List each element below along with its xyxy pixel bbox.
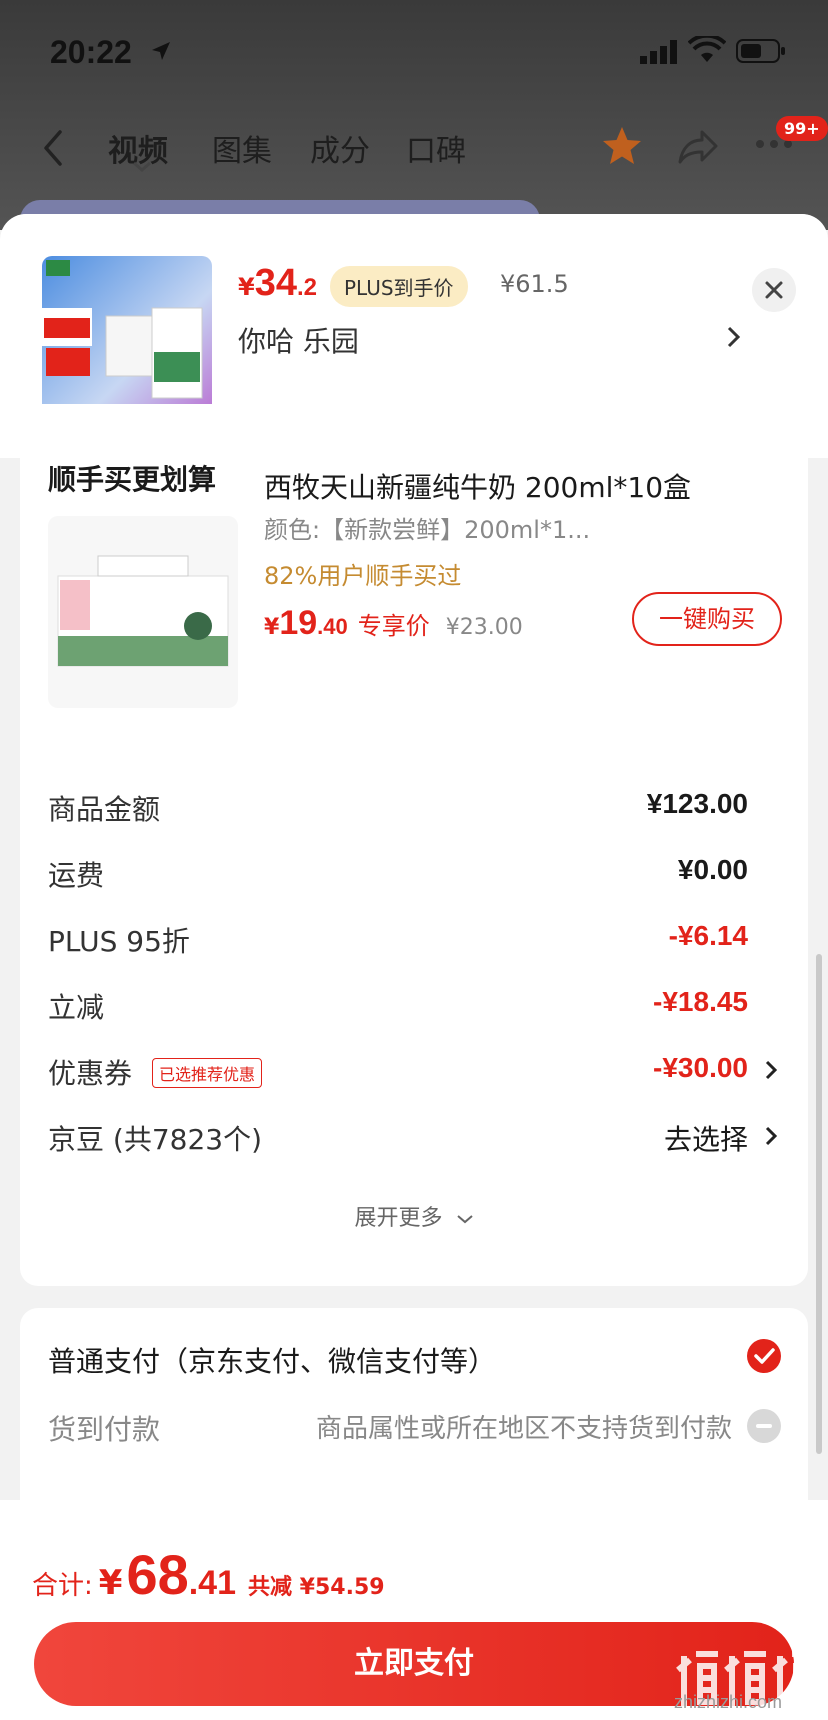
expand-more-button[interactable]: 展开更多 [20, 1200, 808, 1232]
total-amount: 合计: ¥ 68 .41 共减 ¥54.59 [32, 1542, 385, 1607]
expand-more-label: 展开更多 [354, 1206, 443, 1231]
price-currency: ¥ [238, 273, 255, 301]
status-bar: 20:22 [0, 0, 828, 100]
location-arrow-icon [152, 42, 170, 60]
row-label: PLUS 95折 [48, 925, 190, 958]
payment-normal-option[interactable]: 普通支付（京东支付、微信支付等） [48, 1340, 496, 1380]
status-time: 20:22 [50, 34, 132, 70]
price-integer: 34 [254, 262, 297, 304]
row-value: -¥18.45 [653, 986, 748, 1017]
chevron-right-icon[interactable] [764, 1058, 778, 1082]
row-value: ¥0.00 [677, 854, 748, 885]
row-label: 京豆 (共7823个) [48, 1123, 263, 1156]
selected-spec[interactable]: 你哈 乐园 [238, 320, 359, 360]
row-value[interactable]: 去选择 [664, 1118, 748, 1158]
total-label: 合计: [32, 1571, 93, 1601]
row-value: ¥123.00 [646, 788, 748, 819]
extra-item-price: ¥ 19 .40 专享价 ¥23.00 [264, 604, 523, 643]
extra-item-bought-rate: 82%用户顺手买过 [264, 562, 462, 590]
extra-price-currency: ¥ [264, 615, 280, 640]
one-click-buy-button[interactable]: 一键购买 [632, 592, 782, 646]
extra-item-spec: 颜色:【新款尝鲜】200ml*1... [264, 516, 591, 544]
extra-price-integer: 19 [279, 604, 318, 642]
notification-badge: 99+ [776, 116, 828, 141]
extra-item-image[interactable] [48, 516, 238, 708]
battery-icon [736, 39, 785, 63]
chevron-down-icon [133, 161, 151, 172]
chevron-down-icon [456, 1215, 473, 1224]
close-icon[interactable] [752, 268, 796, 312]
row-jingdou[interactable]: 京豆 (共7823个) 去选择 [20, 1110, 808, 1160]
extra-buy-title: 顺手买更划算 [48, 463, 217, 496]
chevron-right-icon[interactable] [764, 1124, 778, 1148]
tab-ingredients[interactable]: 成分 [310, 126, 370, 170]
star-icon[interactable] [600, 124, 644, 168]
row-label: 优惠券 [48, 1057, 133, 1090]
total-decimal: .41 [188, 1564, 236, 1602]
row-label: 立减 [48, 991, 105, 1024]
check-icon[interactable] [746, 1338, 782, 1374]
product-price: ¥ 34 .2 [238, 262, 317, 312]
product-thumbnail [42, 256, 212, 426]
plus-price-tag: PLUS到手价 [330, 266, 468, 307]
payment-method-card: 普通支付（京东支付、微信支付等） 货到付款 商品属性或所在地区不支持货到付款 [20, 1308, 808, 1528]
row-shipping: 运费 ¥0.00 [20, 846, 808, 896]
row-value: -¥30.00 [653, 1052, 748, 1083]
row-instant-discount: 立减 -¥18.45 [20, 978, 808, 1028]
row-label: 运费 [48, 859, 105, 892]
row-value: -¥6.14 [668, 920, 748, 951]
milk-box-image [48, 516, 238, 708]
extra-price-decimal: .40 [317, 614, 348, 639]
top-nav: 视频 图集 成分 口碑 99+ [0, 110, 828, 190]
price-summary-card: 商品金额 ¥123.00 运费 ¥0.00 PLUS 95折 -¥6.14 立减… [20, 760, 808, 1286]
watermark-text: zhizhizhi.com [674, 1692, 783, 1712]
extra-item-title[interactable]: 西牧天山新疆纯牛奶 200ml*10盒 [264, 466, 691, 506]
back-icon[interactable] [38, 128, 68, 168]
wifi-icon [688, 36, 726, 62]
coupon-selected-tag: 已选推荐优惠 [152, 1058, 263, 1088]
payment-cod-note: 商品属性或所在地区不支持货到付款 [315, 1414, 732, 1444]
payment-cod-option: 货到付款 [48, 1413, 161, 1446]
tab-reviews[interactable]: 口碑 [406, 126, 466, 170]
chevron-right-icon[interactable] [726, 324, 742, 350]
signal-icon [640, 40, 677, 64]
extra-old-price: ¥23.00 [445, 615, 523, 640]
scrollbar[interactable] [816, 954, 822, 1454]
tab-gallery[interactable]: 图集 [212, 126, 272, 170]
row-label: 商品金额 [48, 793, 161, 826]
original-price: ¥61.5 [500, 270, 569, 298]
total-saved: 共减 ¥54.59 [248, 1575, 385, 1600]
row-coupon[interactable]: 优惠券 已选推荐优惠 -¥30.00 [20, 1044, 808, 1094]
minus-icon [747, 1409, 781, 1443]
extra-price-label: 专享价 [357, 612, 430, 640]
total-integer: 68 [126, 1543, 189, 1606]
share-icon[interactable] [678, 126, 718, 166]
price-decimal: .2 [296, 274, 317, 301]
checkout-sheet: ¥ 34 .2 PLUS到手价 ¥61.5 你哈 乐园 顺手买更划算 西牧天山新… [0, 214, 828, 1720]
milk-product-image [42, 256, 212, 426]
row-plus-discount: PLUS 95折 -¥6.14 [20, 912, 808, 962]
total-currency: ¥ [98, 1563, 123, 1603]
row-goods-amount: 商品金额 ¥123.00 [20, 780, 808, 830]
